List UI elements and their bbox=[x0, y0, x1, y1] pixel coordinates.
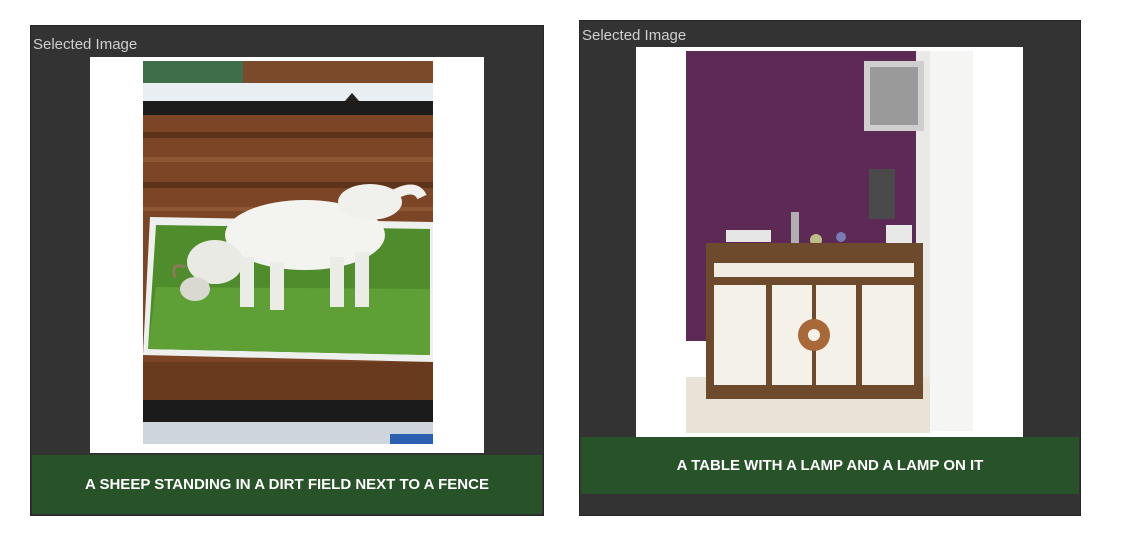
image-panel-left: Selected Image A SHEEP STANDING IN A DIR… bbox=[30, 25, 544, 516]
canvas: Selected Image A SHEEP STANDING IN A DIR… bbox=[0, 0, 1126, 534]
image-caption: A TABLE WITH A LAMP AND A LAMP ON IT bbox=[581, 437, 1079, 494]
image-panel-right: Selected Image A TABLE WITH A LAMP AND A… bbox=[579, 20, 1081, 516]
goat-photo bbox=[90, 57, 484, 453]
selected-image-frame bbox=[90, 57, 484, 453]
panel-title: Selected Image bbox=[582, 27, 687, 44]
selected-image-frame bbox=[636, 47, 1023, 437]
sideboard-photo bbox=[636, 47, 1023, 437]
image-caption: A SHEEP STANDING IN A DIRT FIELD NEXT TO… bbox=[32, 455, 542, 514]
panel-title: Selected Image bbox=[33, 36, 138, 53]
